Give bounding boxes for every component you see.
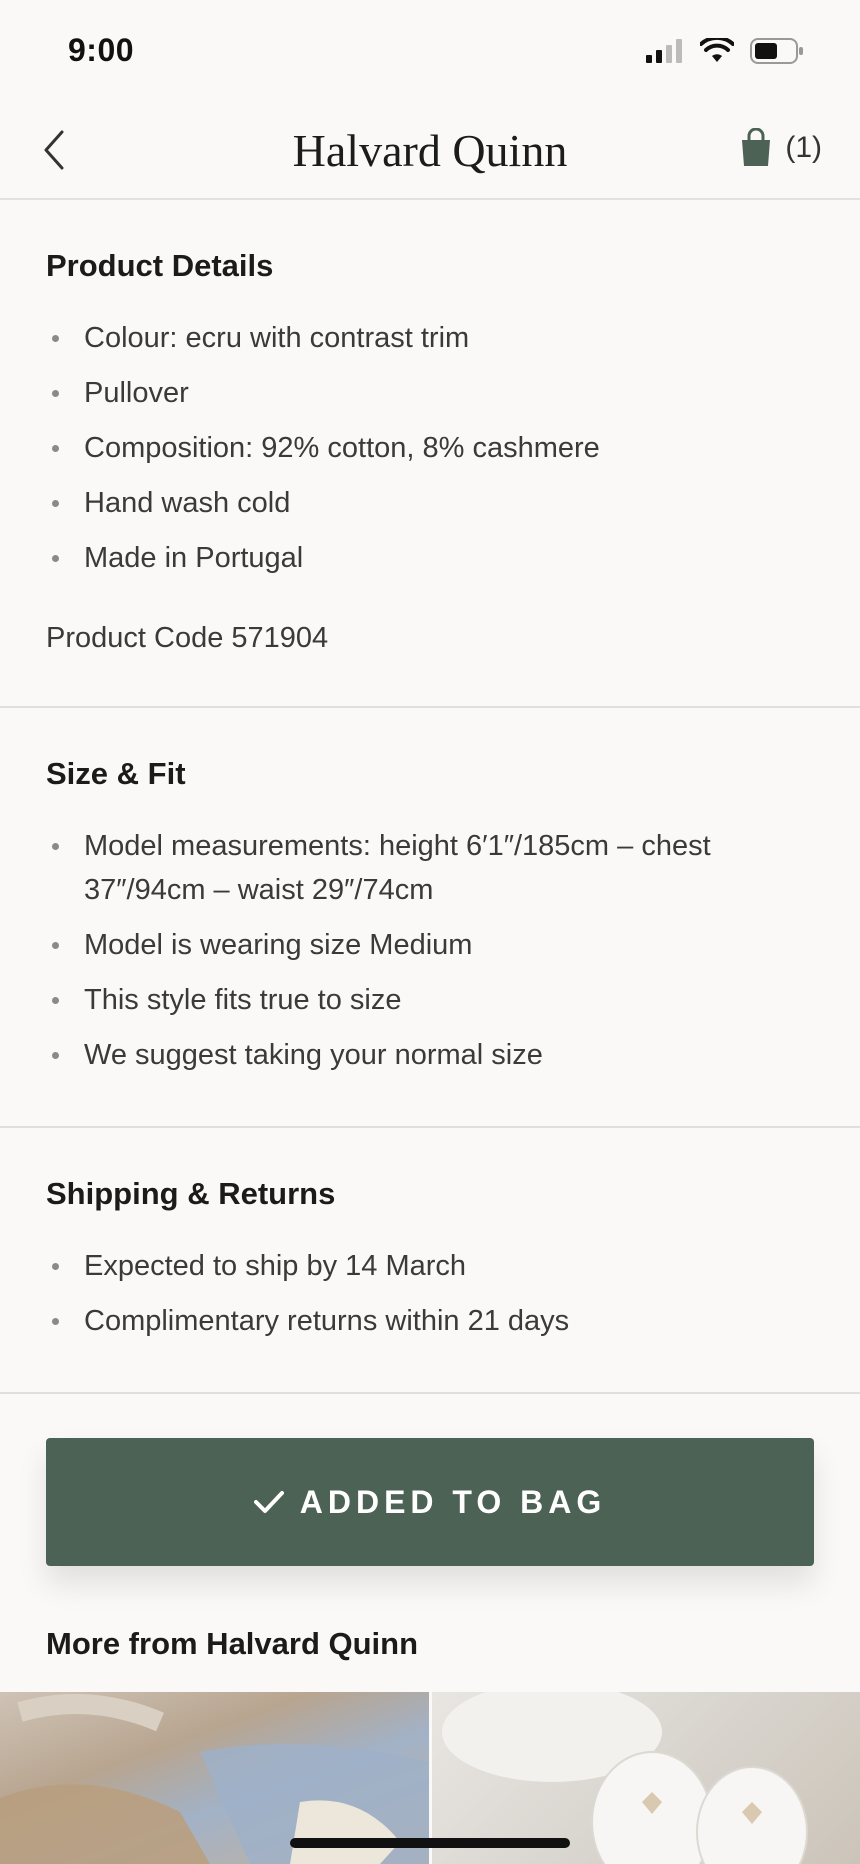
list-item: Composition: 92% cotton, 8% cashmere [46, 426, 820, 470]
bag-count: (1) [785, 131, 822, 164]
status-bar: 9:00 [0, 0, 860, 104]
list-item: Model is wearing size Medium [46, 923, 820, 967]
shopping-bag-icon [742, 128, 771, 166]
list-item: We suggest taking your normal size [46, 1033, 820, 1077]
list-item: Model measurements: height 6′1″/185cm – … [46, 824, 820, 912]
more-from-heading: More from Halvard Quinn [46, 1626, 419, 1661]
added-to-bag-label: ADDED TO BAG [299, 1483, 607, 1520]
list-item: Complimentary returns within 21 days [46, 1299, 820, 1343]
product-code: Product Code 571904 [46, 622, 329, 654]
size-fit-list: Model measurements: height 6′1″/185cm – … [46, 824, 820, 1088]
list-item: Hand wash cold [46, 481, 820, 525]
nav-header: Halvard Quinn (1) [0, 104, 860, 200]
cellular-signal-icon [646, 39, 682, 63]
shopping-bag-button[interactable]: (1) [739, 128, 822, 168]
list-item: Colour: ecru with contrast trim [46, 316, 820, 360]
product-details-heading: Product Details [46, 248, 274, 283]
size-fit-heading: Size & Fit [46, 756, 186, 791]
shipping-returns-section: Shipping & Returns Expected to ship by 1… [0, 1128, 860, 1394]
list-item: Pullover [46, 371, 820, 415]
product-details-section: Product Details Colour: ecru with contra… [0, 200, 860, 708]
wifi-icon [700, 38, 734, 62]
size-fit-section: Size & Fit Model measurements: height 6′… [0, 708, 860, 1128]
shipping-returns-heading: Shipping & Returns [46, 1176, 336, 1211]
status-time: 9:00 [68, 32, 135, 68]
battery-icon [750, 38, 803, 64]
list-item: This style fits true to size [46, 978, 820, 1022]
checkmark-icon [253, 1491, 284, 1513]
status-icons [646, 38, 804, 64]
home-indicator [290, 1838, 570, 1848]
added-to-bag-button[interactable]: ADDED TO BAG [46, 1438, 814, 1566]
list-item: Made in Portugal [46, 536, 820, 580]
page-title: Halvard Quinn [292, 125, 568, 176]
shipping-returns-list: Expected to ship by 14 March Complimenta… [46, 1244, 820, 1354]
list-item: Expected to ship by 14 March [46, 1244, 820, 1288]
product-details-list: Colour: ecru with contrast trim Pullover… [46, 316, 820, 591]
